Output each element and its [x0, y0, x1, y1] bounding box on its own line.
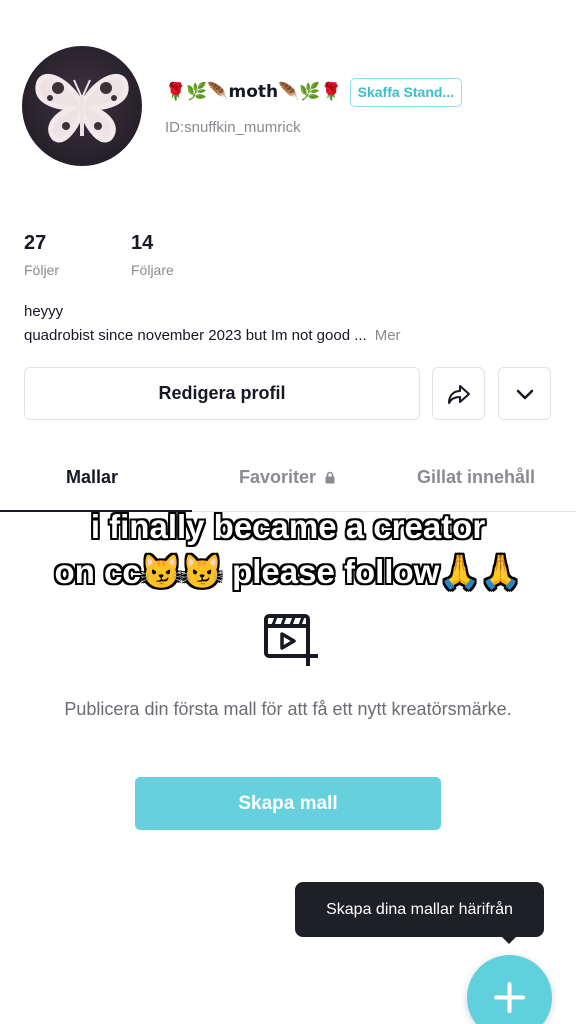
bio-text: quadrobist since november 2023 but Im no…	[24, 327, 367, 344]
plus-icon	[494, 982, 525, 1013]
user-id[interactable]: ID:snuffkin_mumrick	[165, 119, 301, 136]
more-options-button[interactable]	[498, 367, 551, 420]
create-template-button[interactable]: Skapa mall	[135, 777, 441, 830]
tab-favorites-label: Favoriter	[239, 467, 317, 487]
empty-state-message: Publicera din första mall för att få ett…	[64, 699, 512, 719]
bio-more-link[interactable]: Mer	[375, 327, 401, 344]
bio-line-1: heyyy	[24, 303, 64, 320]
display-name: 🌹🌿🪶moth🪶🌿🌹	[165, 82, 342, 102]
profile-name-row: 🌹🌿🪶moth🪶🌿🌹 Skaffa Stand...	[165, 76, 463, 108]
create-fab-button[interactable]	[467, 955, 552, 1024]
overlay-caption-line-1: i finally became a creator	[90, 508, 486, 545]
butterfly-avatar-icon	[35, 73, 129, 143]
bio-line-2: quadrobist since november 2023 but Im no…	[24, 327, 401, 344]
overlay-caption-line-2: on cc😼😼 please follow🙏🙏	[54, 553, 522, 590]
tab-liked-content[interactable]: Gillat innehåll	[417, 467, 535, 488]
share-profile-button[interactable]	[432, 367, 485, 420]
followers-stat[interactable]: 14 Följare	[131, 232, 174, 278]
followers-count: 14	[131, 232, 154, 254]
create-templates-tooltip: Skapa dina mallar härifrån	[295, 882, 544, 937]
following-count: 27	[24, 232, 47, 254]
share-arrow-icon	[447, 384, 470, 404]
avatar[interactable]	[22, 46, 142, 166]
lock-icon	[325, 471, 335, 484]
tab-templates[interactable]: Mallar	[66, 467, 118, 488]
edit-profile-button[interactable]: Redigera profil	[24, 367, 420, 420]
following-label: Följer	[24, 262, 60, 278]
chevron-down-icon	[516, 389, 533, 399]
video-template-add-icon	[264, 614, 318, 666]
get-standard-button[interactable]: Skaffa Stand...	[349, 77, 463, 107]
followers-label: Följare	[131, 262, 174, 278]
tab-favorites[interactable]: Favoriter	[239, 467, 336, 488]
following-stat[interactable]: 27 Följer	[24, 232, 59, 278]
tooltip-arrow	[501, 936, 517, 944]
